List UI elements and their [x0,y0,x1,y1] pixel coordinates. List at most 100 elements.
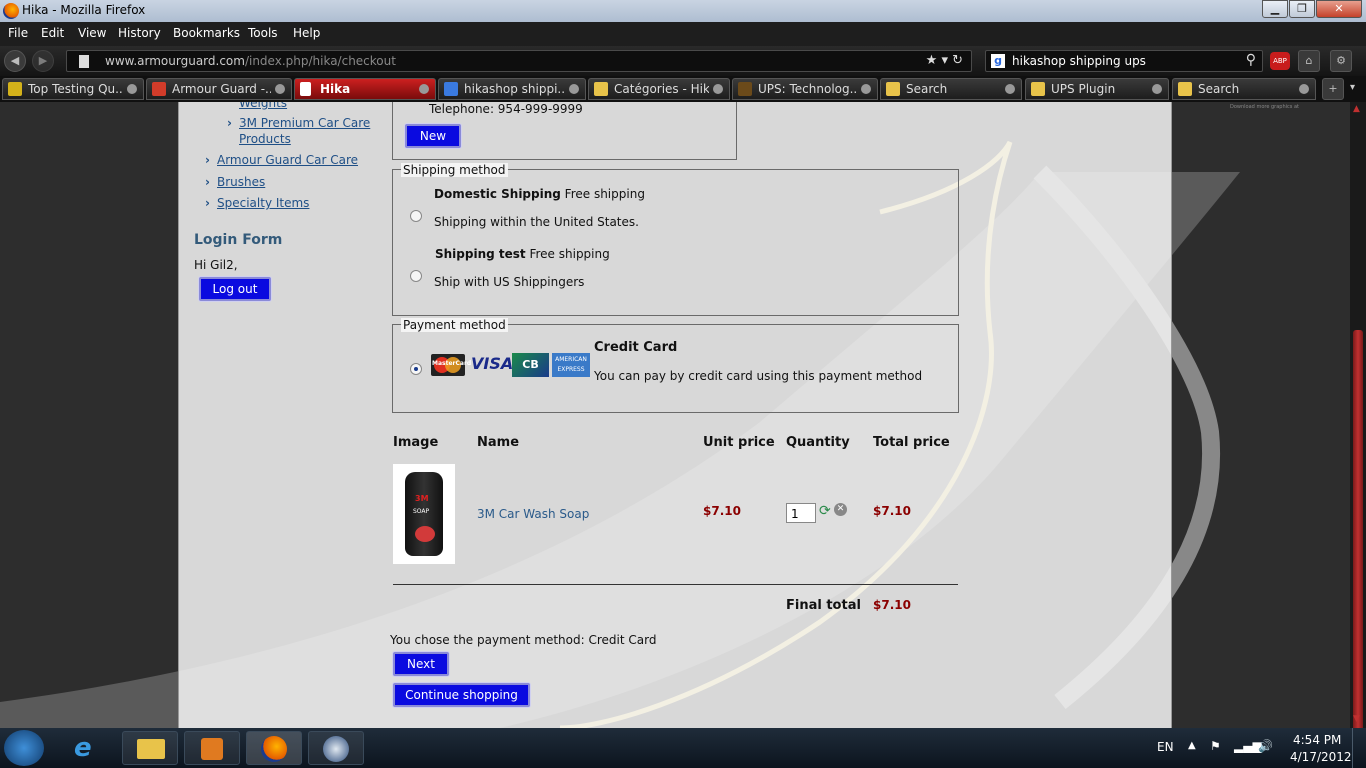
payment-radio-credit-card[interactable] [410,363,422,375]
visa-icon: VISA [471,354,514,373]
chevron-right-icon: › [205,153,210,167]
tab-close-icon[interactable] [127,84,137,94]
tab-hikashop-shipping[interactable]: hikashop shippi... [438,78,586,100]
back-icon[interactable]: ◀ [4,50,26,72]
close-button[interactable]: ✕ [1316,0,1362,18]
next-button[interactable]: Next [393,652,449,676]
cart-header-total-price: Total price [873,435,950,450]
shipping-domestic-title: Domestic Shipping Free shipping [434,187,645,201]
tab-close-icon[interactable] [713,84,723,94]
volume-icon[interactable]: 🔊 [1258,739,1273,753]
menu-view[interactable]: View [78,26,106,40]
category-link-3m[interactable]: 3M Premium Car Care [239,116,370,130]
tab-close-icon[interactable] [1299,84,1309,94]
tray-arrow-icon[interactable]: ▲ [1188,740,1196,751]
shipping-radio-domestic[interactable] [410,210,422,222]
chevron-right-icon: › [205,175,210,189]
quantity-input[interactable]: 1 [786,503,816,523]
tab-armour-guard[interactable]: Armour Guard -... [146,78,292,100]
tab-search-2[interactable]: Search [1172,78,1316,100]
explorer-icon[interactable] [122,731,178,765]
cart-header-unit-price: Unit price [703,435,775,450]
new-tab-icon[interactable]: + [1322,78,1344,100]
cart-header-name: Name [477,435,520,450]
page-content: Weights › 3M Premium Car Care Products ›… [0,102,1350,728]
tab-top-testing[interactable]: Top Testing Qu... [2,78,144,100]
vertical-scrollbar[interactable]: ▲ ▼ [1350,102,1366,768]
refresh-icon[interactable]: ⟳ [819,503,831,519]
menu-tools[interactable]: Tools [248,26,278,40]
tab-bar: Top Testing Qu... Armour Guard -... Hika… [0,76,1366,102]
magnifier-icon[interactable]: ⚲ [1246,52,1256,68]
tab-close-icon[interactable] [1152,84,1162,94]
shipping-radio-test[interactable] [410,270,422,282]
product-image[interactable]: 3M SOAP [393,464,455,564]
home-icon[interactable]: ⌂ [1298,50,1320,72]
language-indicator[interactable]: EN [1157,740,1174,754]
graphics-credit: Download more graphics at [1230,104,1299,110]
forward-icon[interactable]: ▶ [32,50,54,72]
hikashop-icon [1031,82,1045,96]
app-taskbar-icon[interactable] [308,731,364,765]
menu-bookmarks[interactable]: Bookmarks [173,26,240,40]
tab-close-icon[interactable] [569,84,579,94]
new-address-button[interactable]: New [405,124,461,148]
remove-icon[interactable]: ✕ [834,503,847,516]
tray-flag-icon[interactable]: ⚑ [1210,739,1221,753]
search-bar[interactable]: g hikashop shipping ups ⚲ [985,50,1263,72]
minimize-button[interactable]: ▁ [1262,0,1288,18]
tools-icon[interactable]: ⚙ [1330,50,1352,72]
clock-time[interactable]: 4:54 PM [1293,733,1341,747]
menu-help[interactable]: Help [293,26,320,40]
media-player-icon[interactable] [184,731,240,765]
url-text[interactable]: www.armourguard.com/index.php/hika/check… [105,54,396,68]
menu-history[interactable]: History [118,26,161,40]
page-icon [300,82,311,96]
shipping-legend: Shipping method [401,163,508,177]
tab-close-icon[interactable] [419,84,429,94]
search-input[interactable]: hikashop shipping ups [1012,54,1146,68]
logout-button[interactable]: Log out [199,277,271,301]
tab-close-icon[interactable] [861,84,871,94]
adblock-icon[interactable]: ABP [1270,52,1290,70]
navigation-bar: ◀ ▶ www.armourguard.com/index.php/hika/c… [0,46,1366,76]
firefox-icon [3,3,19,19]
ups-icon [738,82,752,96]
menu-bar: File Edit View History Bookmarks Tools H… [0,22,1366,46]
cart-header-quantity: Quantity [786,435,850,450]
url-bar[interactable]: www.armourguard.com/index.php/hika/check… [66,50,972,72]
chevron-right-icon: › [205,196,210,210]
tab-close-icon[interactable] [275,84,285,94]
internet-explorer-icon[interactable]: e [62,731,118,765]
firefox-taskbar-icon[interactable] [246,731,302,765]
menu-file[interactable]: File [8,26,28,40]
windows-taskbar: e EN ▲ ⚑ ▂▄▆ 🔊 4:54 PM 4/17/2012 [0,728,1366,768]
tab-search[interactable]: Search [880,78,1022,100]
continue-shopping-button[interactable]: Continue shopping [393,683,530,707]
amex-icon: AMERICAN EXPRESS [552,353,590,377]
bookmark-star-icon[interactable]: ★ ▾ ↻ [926,53,963,68]
show-desktop-button[interactable] [1352,728,1366,768]
tab-close-icon[interactable] [1005,84,1015,94]
product-name-link[interactable]: 3M Car Wash Soap [477,507,589,521]
joomla-icon [152,82,166,96]
start-button[interactable] [4,730,44,766]
cb-card-icon: CB [512,353,549,377]
category-link-weights[interactable]: Weights [239,102,287,110]
tab-ups-technology[interactable]: UPS: Technolog... [732,78,878,100]
scrollbar-thumb[interactable] [1353,330,1363,768]
maximize-button[interactable]: ❐ [1289,0,1315,18]
tab-ups-plugin[interactable]: UPS Plugin [1025,78,1169,100]
menu-edit[interactable]: Edit [41,26,64,40]
category-link-brushes[interactable]: Brushes [217,175,265,189]
category-link-armour-guard[interactable]: Armour Guard Car Care [217,153,358,167]
clock-date[interactable]: 4/17/2012 [1290,750,1352,764]
tab-categories[interactable]: Catégories - Hik... [588,78,730,100]
payment-legend: Payment method [401,318,508,332]
tab-list-icon[interactable]: ▾ [1350,82,1355,93]
window-titlebar: Hika - Mozilla Firefox ▁ ❐ ✕ [0,0,1366,22]
page-icon [79,55,89,68]
category-link-specialty[interactable]: Specialty Items [217,196,309,210]
tab-hika[interactable]: Hika [294,78,436,100]
category-link-3m-products[interactable]: Products [239,132,291,146]
